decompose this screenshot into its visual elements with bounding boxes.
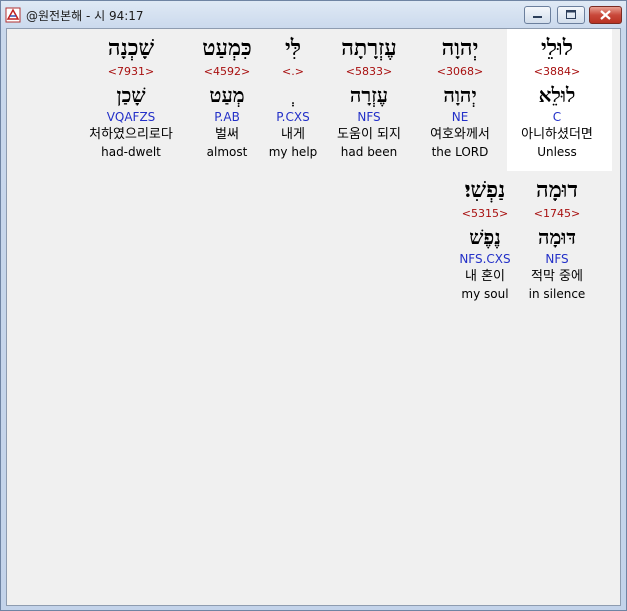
strong-number[interactable]: <1745>	[519, 205, 595, 223]
close-button[interactable]	[589, 6, 622, 24]
word-cell[interactable]: נַפְשִׁי׃ <5315> נֶפֶשׁ NFS.CXS 내 혼이 my …	[447, 175, 523, 302]
english-gloss: my soul	[461, 287, 509, 301]
word-cell[interactable]: יְהוָה <3068> יְהוָה NE 여호와께서 the LORD	[413, 33, 507, 160]
english-gloss: almost	[206, 145, 248, 159]
word-cell[interactable]: לוּלֵי <3884> לוּלֵא C 아니하셨더면 Unless	[510, 33, 604, 160]
hebrew-lemma: נֶפֶשׁ	[469, 225, 501, 249]
hebrew-word: יְהוָה	[441, 35, 479, 61]
hebrew-lemma: מְעַט	[209, 83, 245, 107]
morphology-code[interactable]: NE	[413, 109, 507, 125]
korean-gloss: 내 혼이	[464, 269, 505, 284]
hebrew-lemma: לוּלֵא	[538, 83, 576, 107]
morphology-code[interactable]: NFS	[519, 251, 595, 267]
morphology-code[interactable]: C	[510, 109, 604, 125]
minimize-button[interactable]	[524, 6, 551, 24]
strong-number[interactable]: <5315>	[447, 205, 523, 223]
interlinear-view[interactable]: לוּלֵי <3884> לוּלֵא C 아니하셨더면 Unless יְה…	[6, 28, 621, 606]
english-gloss: in silence	[528, 287, 586, 301]
strong-number[interactable]: <4592>	[180, 63, 274, 81]
hebrew-word: לוּלֵי	[541, 35, 573, 61]
strong-number[interactable]: <7931>	[84, 63, 178, 81]
hebrew-lemma: דּוּמָה	[537, 225, 577, 249]
hebrew-word: דוּמָה	[536, 177, 578, 203]
korean-gloss: 아니하셨더면	[521, 127, 593, 142]
korean-gloss: 처하였으리로다	[89, 127, 173, 142]
korean-gloss: 벌써	[215, 127, 239, 142]
korean-gloss: 여호와께서	[430, 127, 490, 142]
english-gloss: the LORD	[431, 145, 489, 159]
word-cell[interactable]: כִּמְעַט <4592> מְעַט P.AB 벌써 almost	[180, 33, 274, 160]
english-gloss: had-dwelt	[101, 145, 161, 159]
hebrew-lemma: שָׁכַן	[116, 83, 146, 107]
window-title: @원전본해 - 시 94:17	[26, 9, 144, 23]
hebrew-word: שָׁכְנָה	[107, 35, 155, 61]
close-icon	[600, 10, 611, 20]
morphology-code[interactable]: NFS.CXS	[447, 251, 523, 267]
word-cell[interactable]: דוּמָה <1745> דּוּמָה NFS 적막 중에 in silen…	[519, 175, 595, 302]
maximize-button[interactable]	[557, 6, 585, 24]
hebrew-word: נַפְשִׁי׃	[464, 177, 506, 203]
strong-number[interactable]: <3884>	[510, 63, 604, 81]
maximize-icon	[566, 10, 576, 19]
hebrew-lemma: יְהוָה	[443, 83, 477, 107]
title-bar[interactable]: @원전본해 - 시 94:17	[1, 1, 626, 29]
strong-number[interactable]: <3068>	[413, 63, 507, 81]
word-cell[interactable]: שָׁכְנָה <7931> שָׁכַן VQAFZS 처하였으리로다 ha…	[84, 33, 178, 160]
minimize-icon	[533, 16, 542, 18]
app-logo-icon	[5, 7, 21, 23]
english-gloss: Unless	[537, 145, 577, 159]
hebrew-word: כִּמְעַט	[202, 35, 252, 61]
app-window: @원전본해 - 시 94:17 לוּלֵי <3884> לוּלֵא C 아…	[0, 0, 627, 611]
korean-gloss: 적막 중에	[531, 269, 583, 284]
morphology-code[interactable]: P.AB	[180, 109, 274, 125]
morphology-code[interactable]: VQAFZS	[84, 109, 178, 125]
